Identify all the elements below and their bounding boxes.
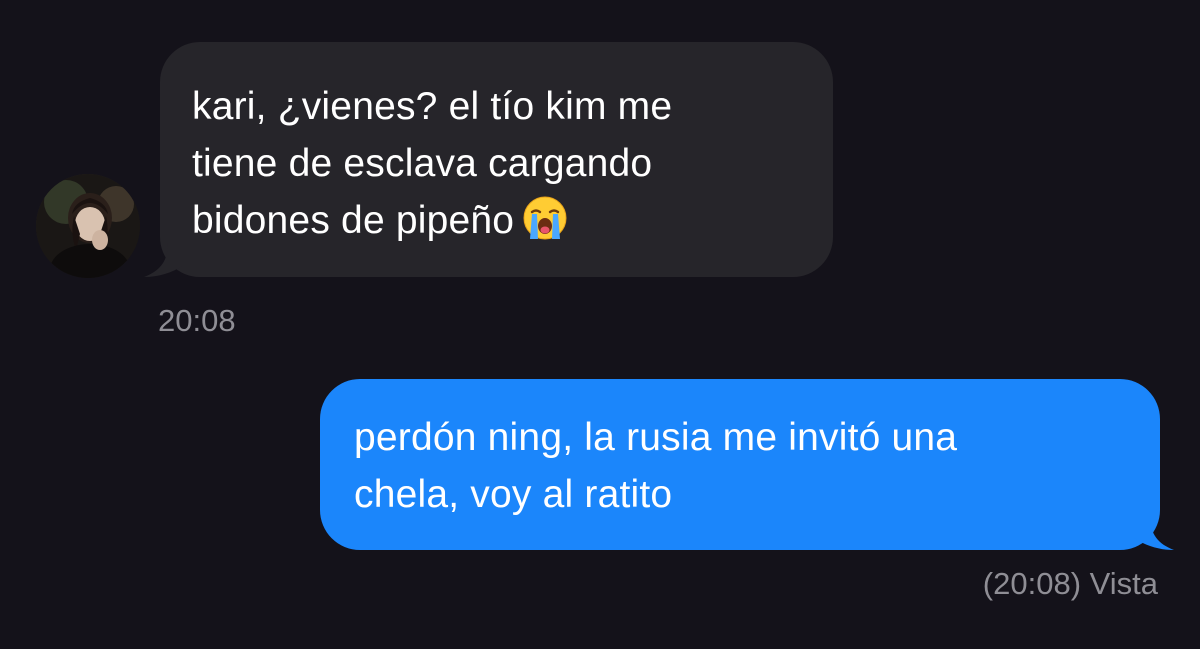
- incoming-message-text: bidones de pipeño: [192, 199, 515, 242]
- outgoing-message-line: perdón ning, la rusia me invitó una: [354, 416, 958, 459]
- incoming-message-line: kari, ¿vienes? el tío kim me: [192, 85, 673, 128]
- incoming-message-line: bidones de pipeño: [192, 192, 803, 249]
- incoming-timestamp: 20:08: [158, 303, 236, 338]
- loudly-crying-face-icon: [523, 196, 567, 240]
- outgoing-message-line: chela, voy al ratito: [354, 473, 673, 516]
- avatar-photo-icon: [36, 174, 140, 278]
- chat-thread: kari, ¿vienes? el tío kim me tiene de es…: [0, 0, 1200, 649]
- contact-avatar[interactable]: [36, 174, 140, 278]
- incoming-message-bubble[interactable]: kari, ¿vienes? el tío kim me tiene de es…: [144, 42, 833, 277]
- incoming-bubble-tail: [144, 243, 184, 277]
- outgoing-message-bubble[interactable]: perdón ning, la rusia me invitó una chel…: [320, 379, 1174, 550]
- read-receipt: (20:08) Vista: [982, 566, 1158, 601]
- incoming-message-line: tiene de esclava cargando: [192, 142, 653, 185]
- outgoing-bubble-tail: [1134, 516, 1174, 550]
